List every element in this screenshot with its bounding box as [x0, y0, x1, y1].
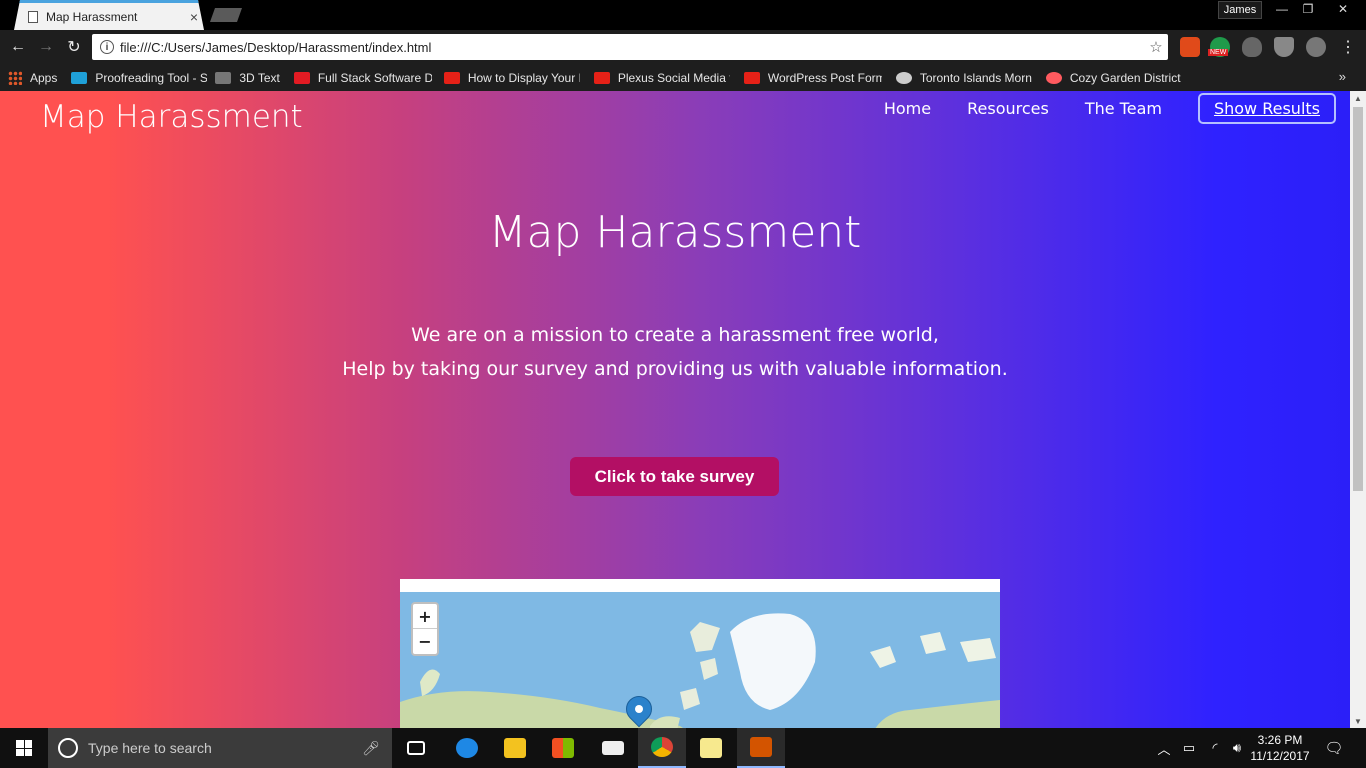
wifi-icon[interactable]: ◜ [1204, 728, 1226, 768]
tab-close-icon[interactable]: × [184, 9, 204, 25]
maximize-button[interactable]: ❐ [1294, 0, 1322, 18]
proofreading-icon [71, 71, 88, 84]
edge-button[interactable] [443, 728, 491, 768]
nav-home[interactable]: Home [884, 99, 931, 118]
tab-title: Map Harassment [46, 9, 138, 24]
scroll-down-arrow-icon[interactable]: ▼ [1350, 714, 1366, 728]
new-tab-button[interactable] [210, 8, 242, 22]
extension-new-badge: NEW [1208, 49, 1229, 56]
site-info-icon[interactable]: i [100, 40, 114, 54]
youtube-icon [743, 71, 760, 84]
minimize-button[interactable]: — [1268, 0, 1296, 18]
store-button[interactable] [539, 728, 587, 768]
bookmark-3d-text[interactable]: 3D Text [215, 71, 280, 85]
file-explorer-button[interactable] [491, 728, 539, 768]
sticky-notes-button[interactable] [687, 728, 735, 768]
map-zoom-out-button[interactable]: − [413, 629, 437, 654]
hero-subtitle-line-2: Help by taking our survey and providing … [342, 358, 1008, 380]
map-widget[interactable]: + − [400, 579, 1000, 728]
page-scrollbar[interactable]: ▲ ▼ [1350, 91, 1366, 728]
task-view-button[interactable] [392, 728, 440, 768]
apps-grid-icon [8, 70, 22, 85]
clock-date: 11/12/2017 [1250, 749, 1310, 763]
windows-logo-icon [16, 740, 32, 756]
bookmarks-bar: Apps Proofreading Tool - S 3D Text Full … [0, 64, 1366, 91]
url-text[interactable]: file:///C:/Users/James/Desktop/Harassmen… [120, 40, 1144, 55]
mail-button[interactable] [589, 728, 637, 768]
bookmark-star-icon[interactable]: ☆ [1144, 38, 1168, 56]
mail-icon [602, 741, 624, 755]
reload-button[interactable]: ↻ [64, 37, 84, 57]
web-page: Map Harassment Home Resources The Team S… [0, 91, 1350, 728]
bookmark-wordpress[interactable]: WordPress Post Form [743, 71, 882, 85]
bookmark-apps[interactable]: Apps [8, 70, 57, 85]
map-zoom-in-button[interactable]: + [413, 604, 437, 629]
chrome-icon [651, 737, 673, 757]
bookmark-toronto[interactable]: Toronto Islands Morn [895, 71, 1032, 85]
close-window-button[interactable]: ✕ [1326, 0, 1360, 18]
forward-button[interactable]: → [36, 37, 56, 57]
world-map-graphic [400, 613, 1000, 728]
show-results-button[interactable]: Show Results [1197, 92, 1336, 124]
3d-text-icon [215, 71, 232, 84]
task-view-icon [407, 741, 425, 755]
bookmark-plexus[interactable]: Plexus Social Media t [593, 71, 730, 85]
browser-tab[interactable]: Map Harassment × [14, 0, 204, 30]
browser-tab-bar: Map Harassment × James — ❐ ✕ [0, 0, 1366, 30]
map-zoom-control: + − [411, 602, 439, 656]
tripadvisor-icon [895, 71, 912, 84]
site-brand[interactable]: Map Harassment [40, 99, 303, 135]
start-button[interactable] [0, 728, 48, 768]
nav-the-team[interactable]: The Team [1085, 99, 1162, 118]
sticky-notes-icon [700, 738, 722, 758]
office-extension-icon[interactable] [1180, 37, 1200, 57]
site-nav: Home Resources The Team Show Results [848, 91, 1336, 125]
search-placeholder: Type here to search [88, 740, 212, 756]
fullstack-icon [293, 71, 310, 84]
youtube-icon [593, 71, 610, 84]
bookmark-display[interactable]: How to Display Your I [443, 71, 580, 85]
action-center-icon[interactable]: 🗨︎ [1320, 728, 1348, 768]
take-survey-button[interactable]: Click to take survey [570, 457, 779, 496]
adblock-extension-icon[interactable] [1274, 37, 1294, 57]
youtube-icon [443, 71, 460, 84]
tray-expand-icon[interactable]: ︿ [1154, 728, 1174, 768]
bookmarks-overflow-icon[interactable]: » [1339, 69, 1346, 84]
visual-studio-button[interactable] [737, 728, 785, 768]
profile-button[interactable]: James [1218, 1, 1262, 19]
document-icon [28, 10, 38, 23]
hero-title: Map Harassment [488, 207, 862, 258]
globe-extension-icon[interactable] [1306, 37, 1326, 57]
file-explorer-icon [504, 738, 526, 758]
microphone-icon[interactable]: 🎤︎ [360, 740, 382, 757]
clock-time: 3:26 PM [1257, 733, 1303, 747]
battery-icon[interactable]: ▭ [1178, 728, 1200, 768]
bookmark-cozy-garden[interactable]: Cozy Garden District [1045, 71, 1181, 85]
edge-icon [456, 738, 478, 758]
shield-extension-icon[interactable] [1242, 37, 1262, 57]
visual-studio-icon [750, 737, 772, 757]
map-tiles[interactable]: + − [400, 592, 1000, 728]
browser-toolbar: ← → ↻ i file:///C:/Users/James/Desktop/H… [0, 30, 1366, 64]
scrollbar-thumb[interactable] [1353, 107, 1363, 491]
bookmark-fullstack[interactable]: Full Stack Software De [293, 71, 432, 85]
cortana-icon [58, 738, 78, 758]
store-icon [552, 738, 574, 758]
taskbar-clock[interactable]: 3:26 PM 11/12/2017 [1244, 732, 1316, 764]
airbnb-icon [1045, 71, 1062, 84]
back-button[interactable]: ← [8, 37, 28, 57]
nav-resources[interactable]: Resources [967, 99, 1049, 118]
chrome-button[interactable] [638, 728, 686, 768]
address-bar[interactable]: i file:///C:/Users/James/Desktop/Harassm… [92, 34, 1168, 60]
scroll-up-arrow-icon[interactable]: ▲ [1350, 91, 1366, 105]
hero-subtitle-line-1: We are on a mission to create a harassme… [411, 324, 939, 346]
bookmark-proofreading[interactable]: Proofreading Tool - S [71, 71, 207, 85]
grammarly-extension-icon[interactable]: NEW [1208, 37, 1230, 57]
taskbar-search-box[interactable]: Type here to search 🎤︎ [48, 728, 392, 768]
menu-icon[interactable]: ⋮ [1338, 37, 1358, 57]
windows-taskbar: Type here to search 🎤︎ ︿ ▭ ◜ 🔊︎ 3:26 PM … [0, 728, 1366, 768]
